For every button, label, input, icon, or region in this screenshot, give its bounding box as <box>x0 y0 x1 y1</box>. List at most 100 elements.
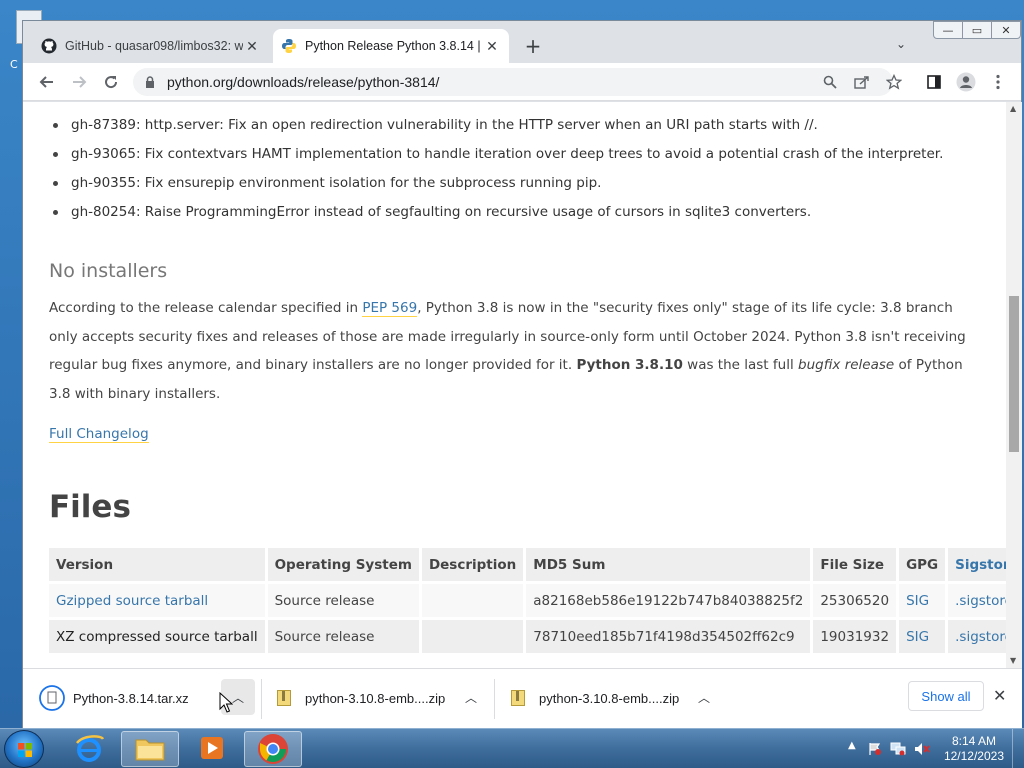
tab-python-release[interactable]: Python Release Python 3.8.14 | P ✕ <box>273 29 509 63</box>
system-tray: ▲ 8:14 AM 12/12/2023 <box>824 729 1024 768</box>
scroll-up-arrow-icon[interactable]: ▲ <box>1010 104 1016 113</box>
download-options-chevron-icon[interactable]: ︿ <box>687 679 721 715</box>
cell-version: Gzipped source tarball <box>49 584 265 617</box>
start-button[interactable] <box>4 730 44 768</box>
browser-window: — ▭ ✕ GitHub - quasar098/limbos32: w ✕ P… <box>22 20 1022 728</box>
side-panel-icon[interactable] <box>922 70 946 94</box>
tab-search-chevron-icon[interactable]: ⌄ <box>896 37 906 51</box>
github-icon <box>41 38 57 54</box>
scroll-thumb[interactable] <box>1009 296 1019 452</box>
media-player-icon <box>201 737 223 759</box>
col-header-sigstore[interactable]: Sigstore <box>948 548 1006 581</box>
internet-explorer-taskbar-button[interactable] <box>60 731 118 767</box>
page-scrollbar[interactable]: ▲ ▼ <box>1006 102 1022 668</box>
list-item: gh-93065: Fix contextvars HAMT implement… <box>49 140 979 169</box>
address-bar[interactable]: python.org/downloads/release/python-3814… <box>133 68 893 96</box>
action-center-flag-icon[interactable] <box>868 742 882 756</box>
download-filename: python-3.10.8-emb....zip <box>305 690 446 706</box>
list-item: gh-90355: Fix ensurepip environment isol… <box>49 169 979 198</box>
cell-gpg: SIG <box>899 620 946 653</box>
close-shelf-icon[interactable]: ✕ <box>993 686 1006 705</box>
folder-icon <box>135 739 165 761</box>
python-icon <box>282 39 296 53</box>
network-icon[interactable] <box>890 742 906 756</box>
gpg-sig-link[interactable]: SIG <box>906 629 929 645</box>
media-player-taskbar-button[interactable] <box>183 731 241 767</box>
col-header-os: Operating System <box>267 548 419 581</box>
release-info-paragraph: According to the release calendar specif… <box>49 294 984 408</box>
zip-icon <box>511 690 525 706</box>
cell-os: Source release <box>267 620 419 653</box>
col-header-version: Version <box>49 548 265 581</box>
cell-os: Source release <box>267 584 419 617</box>
sigstore-link[interactable]: .sigstore <box>955 593 1006 609</box>
list-item: gh-87389: http.server: Fix an open redir… <box>49 111 979 140</box>
forward-button[interactable] <box>67 70 91 94</box>
internet-explorer-icon <box>76 735 105 762</box>
cell-size: 25306520 <box>813 584 897 617</box>
no-installers-heading: No installers <box>49 260 168 282</box>
full-changelog-link[interactable]: Full Changelog <box>49 426 149 443</box>
divider <box>494 679 495 719</box>
cell-sigstore: .sigstore <box>948 584 1006 617</box>
close-tab-icon[interactable]: ✕ <box>243 38 261 55</box>
clock-date: 12/12/2023 <box>943 749 1004 763</box>
file-explorer-taskbar-button[interactable] <box>121 731 179 767</box>
menu-dots-icon[interactable] <box>986 70 1010 94</box>
pep-569-link[interactable]: PEP 569 <box>362 300 418 317</box>
download-shelf: Python-3.8.14.tar.xz ︿ python-3.10.8-emb… <box>23 668 1022 728</box>
para-text: was the last full <box>682 357 798 373</box>
cell-gpg: SIG <box>899 584 946 617</box>
bookmark-star-icon[interactable] <box>882 70 906 94</box>
toolbar: python.org/downloads/release/python-3814… <box>23 63 1021 101</box>
tab-github[interactable]: GitHub - quasar098/limbos32: w ✕ <box>33 29 269 63</box>
show-desktop-button[interactable] <box>1012 729 1024 768</box>
scroll-down-arrow-icon[interactable]: ▼ <box>1010 656 1016 665</box>
truncated-line <box>49 102 979 111</box>
changelog-list: gh-87389: http.server: Fix an open redir… <box>49 111 979 227</box>
para-bold: Python 3.8.10 <box>576 357 683 373</box>
reload-button[interactable] <box>99 70 123 94</box>
file-icon <box>39 685 65 711</box>
para-text: According to the release calendar specif… <box>49 300 363 316</box>
cell-description <box>421 620 524 653</box>
volume-muted-icon[interactable] <box>914 742 930 756</box>
sigstore-link[interactable]: .sigstore <box>955 629 1006 645</box>
share-icon[interactable] <box>850 70 874 94</box>
download-link[interactable]: Gzipped source tarball <box>56 593 208 609</box>
download-options-chevron-icon[interactable]: ︿ <box>454 679 488 715</box>
cell-size: 19031932 <box>813 620 897 653</box>
col-header-file-size: File Size <box>813 548 897 581</box>
files-heading: Files <box>49 489 131 525</box>
sigstore-header-link[interactable]: Sigstore <box>955 557 1006 573</box>
tray-expand-icon[interactable]: ▲ <box>848 740 856 751</box>
list-item: gh-80254: Raise ProgrammingError instead… <box>49 198 979 227</box>
close-tab-icon[interactable]: ✕ <box>483 38 501 55</box>
download-item[interactable]: python-3.10.8-emb....zip <box>277 679 445 717</box>
clock[interactable]: 8:14 AM 12/12/2023 <box>944 734 1004 764</box>
table-row: Gzipped source tarball Source release a8… <box>49 584 1006 617</box>
windows-logo-icon <box>18 743 32 757</box>
search-icon[interactable] <box>818 70 842 94</box>
back-arrow-icon <box>39 76 53 88</box>
tab-title: GitHub - quasar098/limbos32: w <box>65 39 243 53</box>
gpg-sig-link[interactable]: SIG <box>906 593 929 609</box>
clock-time: 8:14 AM <box>951 734 996 748</box>
desktop-icon-label: C <box>10 58 18 71</box>
url-text: python.org/downloads/release/python-3814… <box>167 74 440 90</box>
download-link[interactable]: XZ compressed source tarball <box>56 629 258 645</box>
profile-avatar-icon[interactable] <box>954 70 978 94</box>
new-tab-button[interactable]: + <box>523 36 543 56</box>
tab-title: Python Release Python 3.8.14 | P <box>305 39 483 53</box>
taskbar: ▲ 8:14 AM 12/12/2023 <box>0 728 1024 768</box>
download-item[interactable]: python-3.10.8-emb....zip <box>511 679 679 717</box>
download-filename: Python-3.8.14.tar.xz <box>73 690 189 706</box>
show-all-downloads-button[interactable]: Show all <box>908 681 984 711</box>
forward-arrow-icon <box>73 76 87 88</box>
para-italic: bugfix release <box>798 357 895 373</box>
cell-md5: a82168eb586e19122b747b84038825f2 <box>526 584 811 617</box>
back-button[interactable] <box>35 70 59 94</box>
download-item[interactable]: Python-3.8.14.tar.xz <box>39 679 189 717</box>
files-table: Version Operating System Description MD5… <box>46 545 1006 656</box>
chrome-taskbar-button[interactable] <box>244 731 302 767</box>
